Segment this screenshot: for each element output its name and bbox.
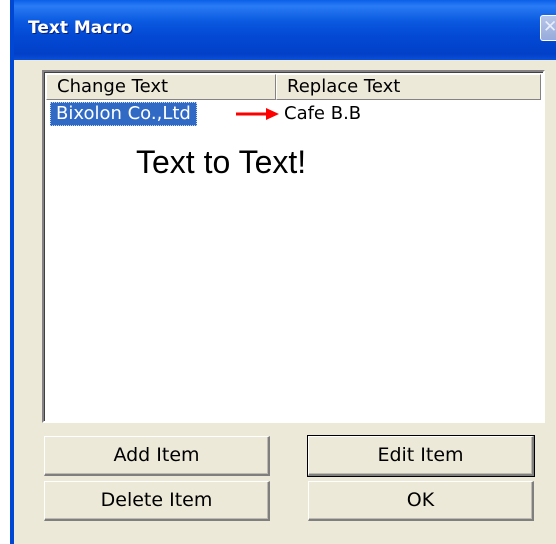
list-item[interactable]: Bixolon Co.,Ltd Cafe B.B <box>46 102 541 126</box>
ok-button[interactable]: OK <box>308 481 534 521</box>
annotation-text: Text to Text! <box>136 144 307 180</box>
red-arrow-icon <box>236 108 279 120</box>
column-header-change-text[interactable]: Change Text <box>46 74 276 100</box>
macro-list[interactable]: Change Text Replace Text Bixolon Co.,Ltd… <box>42 70 545 423</box>
title-bar[interactable]: Text Macro ✕ <box>14 0 556 60</box>
change-text-cell[interactable]: Bixolon Co.,Ltd <box>50 102 197 126</box>
edit-item-button[interactable]: Edit Item <box>307 435 535 477</box>
list-header: Change Text Replace Text <box>46 74 541 100</box>
replace-text-cell[interactable]: Cafe B.B <box>284 102 361 126</box>
add-item-button[interactable]: Add Item <box>44 436 270 476</box>
column-header-replace-text[interactable]: Replace Text <box>276 74 541 100</box>
delete-item-button[interactable]: Delete Item <box>44 481 270 521</box>
close-icon: ✕ <box>543 17 556 37</box>
text-macro-dialog: Text Macro ✕ Change Text Replace Text Bi… <box>10 0 556 544</box>
window-title: Text Macro <box>28 18 133 38</box>
close-button[interactable]: ✕ <box>540 15 556 41</box>
